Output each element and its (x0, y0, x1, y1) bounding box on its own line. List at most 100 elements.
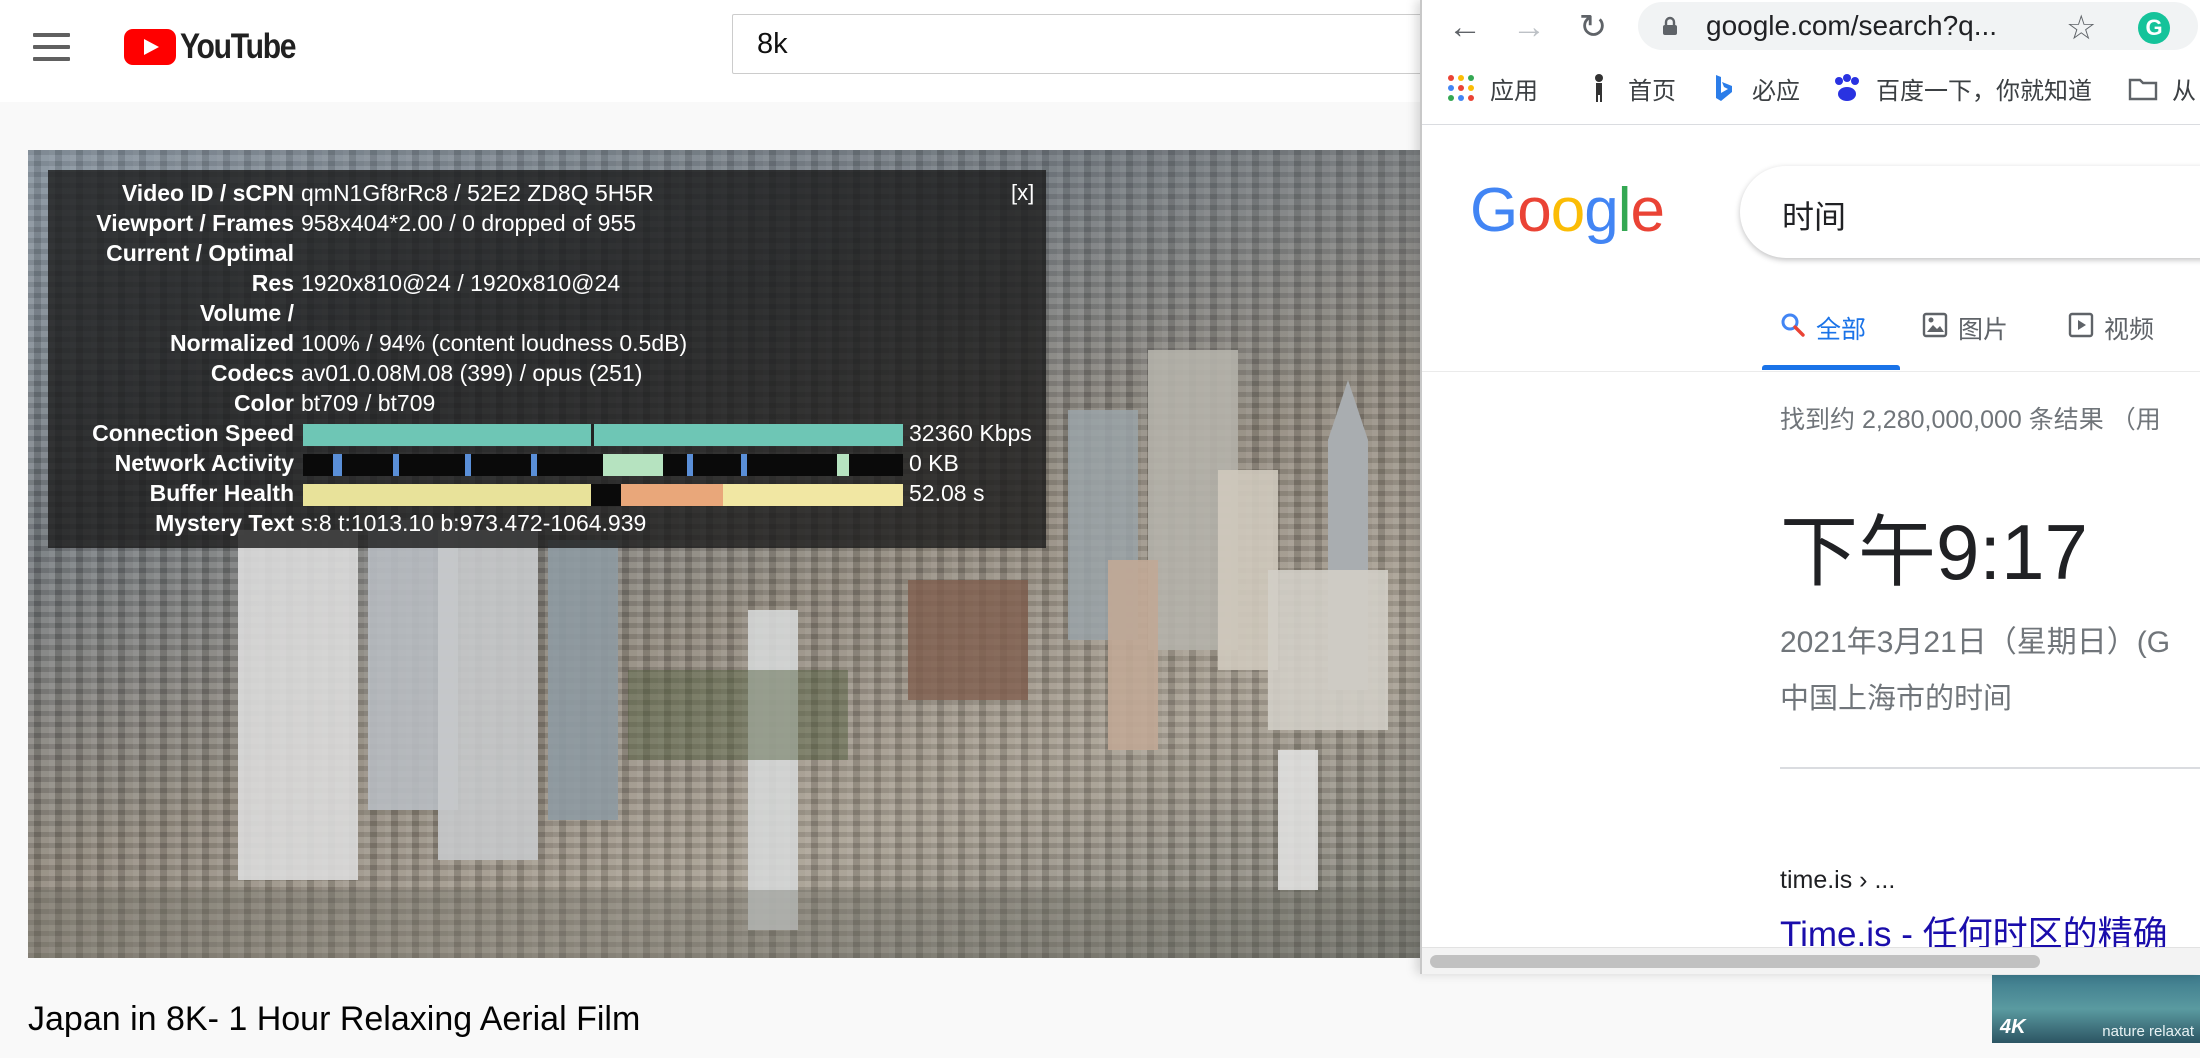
buffer-health-graph (303, 484, 903, 506)
google-logo-letter: o (1550, 176, 1585, 245)
time-location: 中国上海市的时间 (1780, 683, 2013, 715)
bing-icon (1716, 75, 1732, 101)
back-icon[interactable]: ← (1446, 8, 1484, 46)
bookmark-folder[interactable]: 从 (2128, 70, 2196, 106)
google-search-box[interactable]: 时间 (1740, 166, 2200, 258)
recommended-video-thumbnail[interactable]: 4K nature relaxat (1992, 975, 2200, 1043)
current-time: 下午9:17 (1780, 490, 2088, 602)
current-date: 2021年3月21日（星期日）(G (1780, 626, 2171, 659)
bookmark-label: 从 (2172, 77, 2196, 105)
stat-row-video-id: Video ID / sCPN qmN1Gf8rRc8 / 52E2 ZD8Q … (48, 180, 1046, 210)
bookmark-baidu[interactable]: 百度一下，你就知道 (1832, 70, 2092, 106)
stats-for-nerds-panel: [x] Video ID / sCPN qmN1Gf8rRc8 / 52E2 Z… (48, 170, 1046, 548)
bookmark-bing[interactable]: 必应 (1708, 70, 1800, 106)
youtube-search-input[interactable]: 8k (732, 14, 1432, 74)
bookmark-label: 应用 (1490, 77, 1538, 105)
stat-value: 100% / 94% (content loudness 0.5dB) (301, 330, 688, 356)
grammarly-icon[interactable]: G (2138, 12, 2170, 44)
reload-icon[interactable]: ↻ (1574, 8, 1612, 46)
bookmark-label: 首页 (1628, 77, 1676, 105)
network-activity-graph (303, 454, 903, 476)
stat-label: Connection Speed (92, 420, 294, 446)
youtube-logo[interactable]: YouTube (124, 27, 314, 67)
youtube-logo-text: YouTube (180, 27, 297, 66)
stat-row-normalized: Normalized 100% / 94% (content loudness … (48, 330, 1046, 360)
stat-label: Mystery Text (155, 510, 294, 536)
stat-value: av01.0.08M.08 (399) / opus (251) (301, 360, 643, 386)
stat-value: 958x404*2.00 / 0 dropped of 955 (301, 210, 637, 236)
stat-value: 0 KB (909, 450, 959, 476)
stat-row-viewport: Viewport / Frames 958x404*2.00 / 0 dropp… (48, 210, 1046, 240)
connection-speed-graph (303, 424, 903, 446)
time-period: 下午 (1780, 508, 1937, 596)
stat-value: qmN1Gf8rRc8 / 52E2 ZD8Q 5H5R (301, 180, 654, 206)
forward-icon[interactable]: → (1510, 8, 1548, 46)
tabs-divider (1422, 371, 2200, 372)
thumbnail-4k-badge: 4K (2000, 1016, 2026, 1038)
stat-label: Normalized (170, 330, 294, 356)
horizontal-scrollbar[interactable] (1422, 947, 2200, 974)
bookmark-apps[interactable]: 应用 (1446, 70, 1538, 106)
stat-value: 1920x810@24 / 1920x810@24 (301, 270, 621, 296)
stat-value: bt709 / bt709 (301, 390, 436, 416)
google-logo-letter: G (1470, 176, 1518, 245)
tab-label: 图片 (1958, 316, 2009, 344)
stat-label: Network Activity (114, 450, 294, 476)
stat-row-network-activity: Network Activity 0 KB (48, 450, 1046, 480)
google-logo-letter: o (1517, 176, 1551, 245)
tab-label: 全部 (1816, 316, 1867, 344)
tab-label: 视频 (2104, 316, 2155, 344)
toolbar-divider (1422, 124, 2200, 125)
stat-row-buffer-health: Buffer Health 52.08 s (48, 480, 1046, 510)
bookmarks-bar: 应用 首页 必应 百度一下，你就知道 从 (1422, 62, 2200, 114)
tab-images[interactable]: 图片 (1922, 308, 2008, 348)
google-search-input[interactable]: 时间 (1782, 192, 1846, 238)
bookmark-label: 百度一下，你就知道 (1876, 77, 2092, 105)
scrollbar-thumb[interactable] (1430, 955, 2040, 968)
stat-row-volume: Volume / (48, 300, 1046, 330)
video-icon (2068, 312, 2094, 345)
tab-videos[interactable]: 视频 (2068, 308, 2154, 348)
menu-icon[interactable] (33, 33, 70, 63)
stat-label: Current / Optimal (106, 240, 294, 266)
youtube-play-icon (124, 29, 176, 65)
stat-value: 52.08 s (909, 480, 985, 506)
thumbnail-channel-watermark: nature relaxat (2102, 1023, 2194, 1040)
google-logo[interactable]: Google (1470, 175, 1665, 246)
stat-label: Codecs (210, 360, 294, 386)
google-logo-letter: g (1584, 176, 1618, 245)
chrome-browser-window: ← → ↻ google.com/search?q... ☆ G 应用 首页 必… (1420, 0, 2200, 974)
time-value: 9:17 (1936, 508, 2088, 596)
video-title: Japan in 8K- 1 Hour Relaxing Aerial Film (28, 1000, 641, 1038)
home-figure-icon (1595, 74, 1603, 102)
baidu-paw-icon (1835, 74, 1859, 101)
stat-row-codecs: Codecs av01.0.08M.08 (399) / opus (251) (48, 360, 1046, 390)
stat-label: Color (233, 390, 294, 416)
bookmark-home[interactable]: 首页 (1584, 70, 1676, 106)
lock-icon (1663, 16, 1677, 35)
tab-all[interactable]: 全部 (1780, 308, 1866, 348)
stat-row-color: Color bt709 / bt709 (48, 390, 1046, 420)
stat-row-connection-speed: Connection Speed 32360 Kbps (48, 420, 1046, 450)
search-icon (1780, 312, 1806, 345)
apps-grid-icon (1448, 75, 1474, 101)
stat-label: Viewport / Frames (96, 210, 294, 236)
stat-row-current-optimal: Current / Optimal (48, 240, 1046, 270)
answer-divider (1780, 767, 2200, 769)
stat-row-mystery-text: Mystery Text s:8 t:1013.10 b:973.472-106… (48, 510, 1046, 540)
star-icon[interactable]: ☆ (2066, 8, 2096, 48)
browser-toolbar: ← → ↻ google.com/search?q... ☆ G (1422, 0, 2200, 54)
stat-value: s:8 t:1013.10 b:973.472-1064.939 (301, 510, 647, 536)
google-logo-letter: l (1617, 176, 1632, 245)
stat-label: Buffer Health (149, 480, 294, 506)
result-breadcrumb[interactable]: time.is › ... (1780, 866, 1895, 895)
result-stats: 找到约 2,280,000,000 条结果 （用 (1780, 406, 2161, 434)
url-text: google.com/search?q... (1706, 10, 1998, 41)
stat-label: Video ID / sCPN (121, 180, 294, 206)
stat-row-res: Res 1920x810@24 / 1920x810@24 (48, 270, 1046, 300)
google-logo-letter: e (1630, 176, 1664, 245)
stat-label: Volume / (199, 300, 294, 326)
image-icon (1922, 312, 1948, 345)
address-bar[interactable]: google.com/search?q... ☆ G (1638, 2, 2198, 50)
folder-icon (2128, 78, 2158, 101)
